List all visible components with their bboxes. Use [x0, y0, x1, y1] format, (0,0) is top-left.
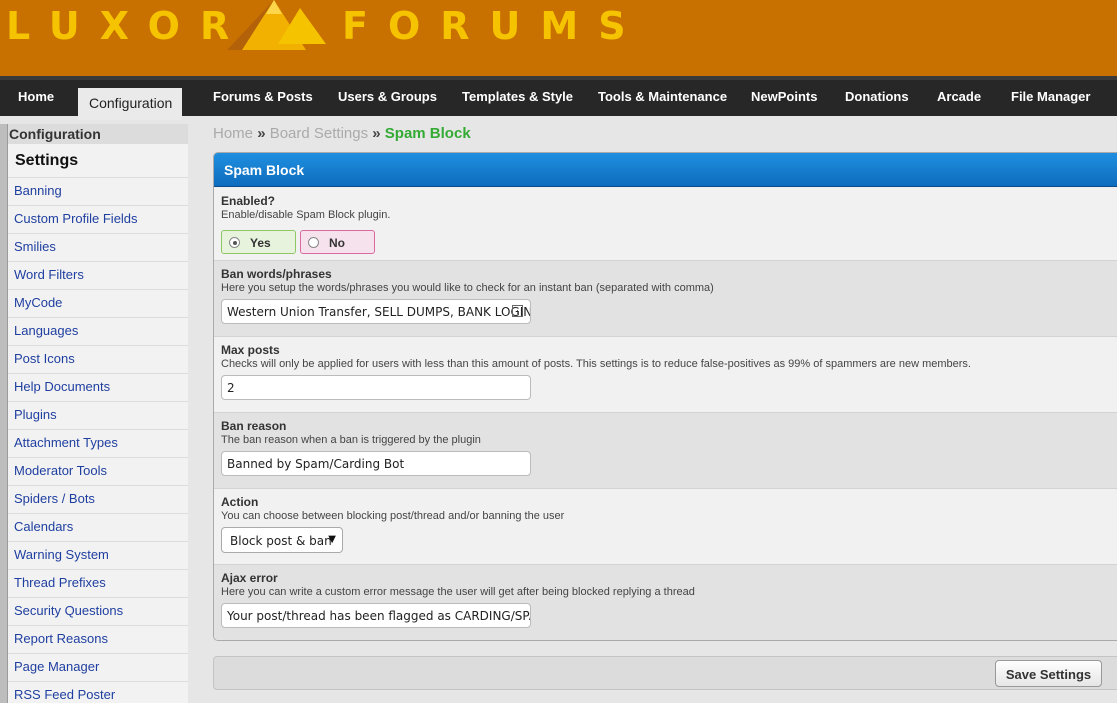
sidebar-item-page-manager[interactable]: Page Manager — [8, 653, 188, 681]
logo-text-right: FORUMS — [342, 4, 646, 48]
sidebar-item-report-reasons[interactable]: Report Reasons — [8, 625, 188, 653]
radio-no-label: No — [329, 236, 345, 250]
sidebar-item-plugins[interactable]: Plugins — [8, 401, 188, 429]
sidebar-item-warning-system[interactable]: Warning System — [8, 541, 188, 569]
mountain-logo-icon — [227, 0, 326, 50]
nav-arcade[interactable]: Arcade — [937, 89, 981, 105]
nav-file-manager[interactable]: File Manager — [1011, 89, 1090, 105]
setting-title: Ban reason — [221, 419, 287, 433]
breadcrumb-separator: » — [372, 125, 381, 142]
input-helper-icon[interactable]: ⋮ — [512, 305, 523, 317]
sidebar-item-banning[interactable]: Banning — [8, 177, 188, 205]
sidebar-menu: Configuration Settings Banning Custom Pr… — [7, 124, 188, 703]
setting-title: Action — [221, 495, 259, 509]
ban-words-value: Western Union Transfer, SELL DUMPS, BANK… — [227, 305, 531, 319]
chevron-down-icon: ▼ — [328, 534, 336, 545]
radio-checked-icon — [229, 237, 240, 248]
sidebar-item-word-filters[interactable]: Word Filters — [8, 261, 188, 289]
setting-title: Max posts — [221, 343, 280, 357]
sidebar-item-smilies[interactable]: Smilies — [8, 233, 188, 261]
ajax-error-input[interactable]: Your post/thread has been flagged as CAR… — [221, 603, 531, 628]
logo-text-left: LUXOR — [6, 4, 250, 48]
sidebar-item-thread-prefixes[interactable]: Thread Prefixes — [8, 569, 188, 597]
setting-title: Ban words/phrases — [221, 267, 332, 281]
save-settings-button[interactable]: Save Settings — [995, 660, 1102, 687]
ban-reason-input[interactable]: Banned by Spam/Carding Bot — [221, 451, 531, 476]
breadcrumb: Home » Board Settings » Spam Block — [213, 125, 471, 142]
max-posts-input[interactable]: 2 — [221, 375, 531, 400]
setting-desc: Here you can write a custom error messag… — [221, 586, 695, 598]
nav-newpoints[interactable]: NewPoints — [751, 89, 817, 105]
setting-row-ban-reason: Ban reason The ban reason when a ban is … — [214, 413, 1117, 489]
nav-templates-style[interactable]: Templates & Style — [462, 89, 573, 105]
setting-row-max-posts: Max posts Checks will only be applied fo… — [214, 337, 1117, 413]
nav-users-groups[interactable]: Users & Groups — [338, 89, 437, 105]
settings-panel: Spam Block Enabled? Enable/disable Spam … — [213, 152, 1117, 641]
ban-words-input[interactable]: Western Union Transfer, SELL DUMPS, BANK… — [221, 299, 531, 324]
sidebar-item-settings[interactable]: Settings — [15, 152, 78, 170]
sidebar-item-spiders-bots[interactable]: Spiders / Bots — [8, 485, 188, 513]
sidebar-item-languages[interactable]: Languages — [8, 317, 188, 345]
setting-title: Enabled? — [221, 194, 276, 208]
sidebar-item-help-documents[interactable]: Help Documents — [8, 373, 188, 401]
setting-desc: Enable/disable Spam Block plugin. — [221, 209, 391, 221]
setting-desc: Checks will only be applied for users wi… — [221, 358, 971, 370]
nav-forums-posts[interactable]: Forums & Posts — [213, 89, 313, 105]
sidebar-heading: Configuration — [8, 124, 188, 144]
setting-desc: The ban reason when a ban is triggered b… — [221, 434, 481, 446]
breadcrumb-separator: » — [257, 125, 266, 142]
nav-configuration[interactable]: Configuration — [78, 88, 183, 120]
sidebar-item-custom-profile-fields[interactable]: Custom Profile Fields — [8, 205, 188, 233]
breadcrumb-board-settings[interactable]: Board Settings — [270, 125, 368, 142]
nav-tools-maintenance[interactable]: Tools & Maintenance — [598, 89, 727, 105]
top-nav: Home Configuration Forums & Posts Users … — [0, 76, 1117, 120]
radio-unchecked-icon — [308, 237, 319, 248]
sidebar-item-mycode[interactable]: MyCode — [8, 289, 188, 317]
nav-donations[interactable]: Donations — [845, 89, 909, 105]
radio-yes[interactable]: Yes — [221, 230, 296, 254]
sidebar-item-rss-feed-poster[interactable]: RSS Feed Poster — [8, 681, 188, 703]
setting-row-enabled: Enabled? Enable/disable Spam Block plugi… — [214, 188, 1117, 261]
nav-home[interactable]: Home — [18, 89, 54, 105]
sidebar: Configuration Settings Banning Custom Pr… — [0, 124, 188, 703]
sidebar-item-moderator-tools[interactable]: Moderator Tools — [8, 457, 188, 485]
action-select[interactable]: Block post & ban ▼ — [221, 527, 343, 553]
setting-desc: Here you setup the words/phrases you wou… — [221, 282, 714, 294]
sidebar-item-post-icons[interactable]: Post Icons — [8, 345, 188, 373]
sidebar-item-attachment-types[interactable]: Attachment Types — [8, 429, 188, 457]
setting-title: Ajax error — [221, 571, 278, 585]
setting-desc: You can choose between blocking post/thr… — [221, 510, 565, 522]
sidebar-item-calendars[interactable]: Calendars — [8, 513, 188, 541]
radio-no[interactable]: No — [300, 230, 375, 254]
sidebar-item-security-questions[interactable]: Security Questions — [8, 597, 188, 625]
breadcrumb-home[interactable]: Home — [213, 125, 253, 142]
panel-title: Spam Block — [214, 153, 1117, 187]
site-header: LUXOR FORUMS — [0, 0, 1117, 76]
setting-row-ban-words: Ban words/phrases Here you setup the wor… — [214, 261, 1117, 337]
setting-row-action: Action You can choose between blocking p… — [214, 489, 1117, 565]
radio-yes-label: Yes — [250, 236, 271, 250]
action-select-value: Block post & ban — [230, 534, 332, 548]
breadcrumb-current: Spam Block — [384, 125, 471, 142]
form-footer: Save Settings — [213, 656, 1117, 690]
setting-row-ajax-error: Ajax error Here you can write a custom e… — [214, 565, 1117, 640]
